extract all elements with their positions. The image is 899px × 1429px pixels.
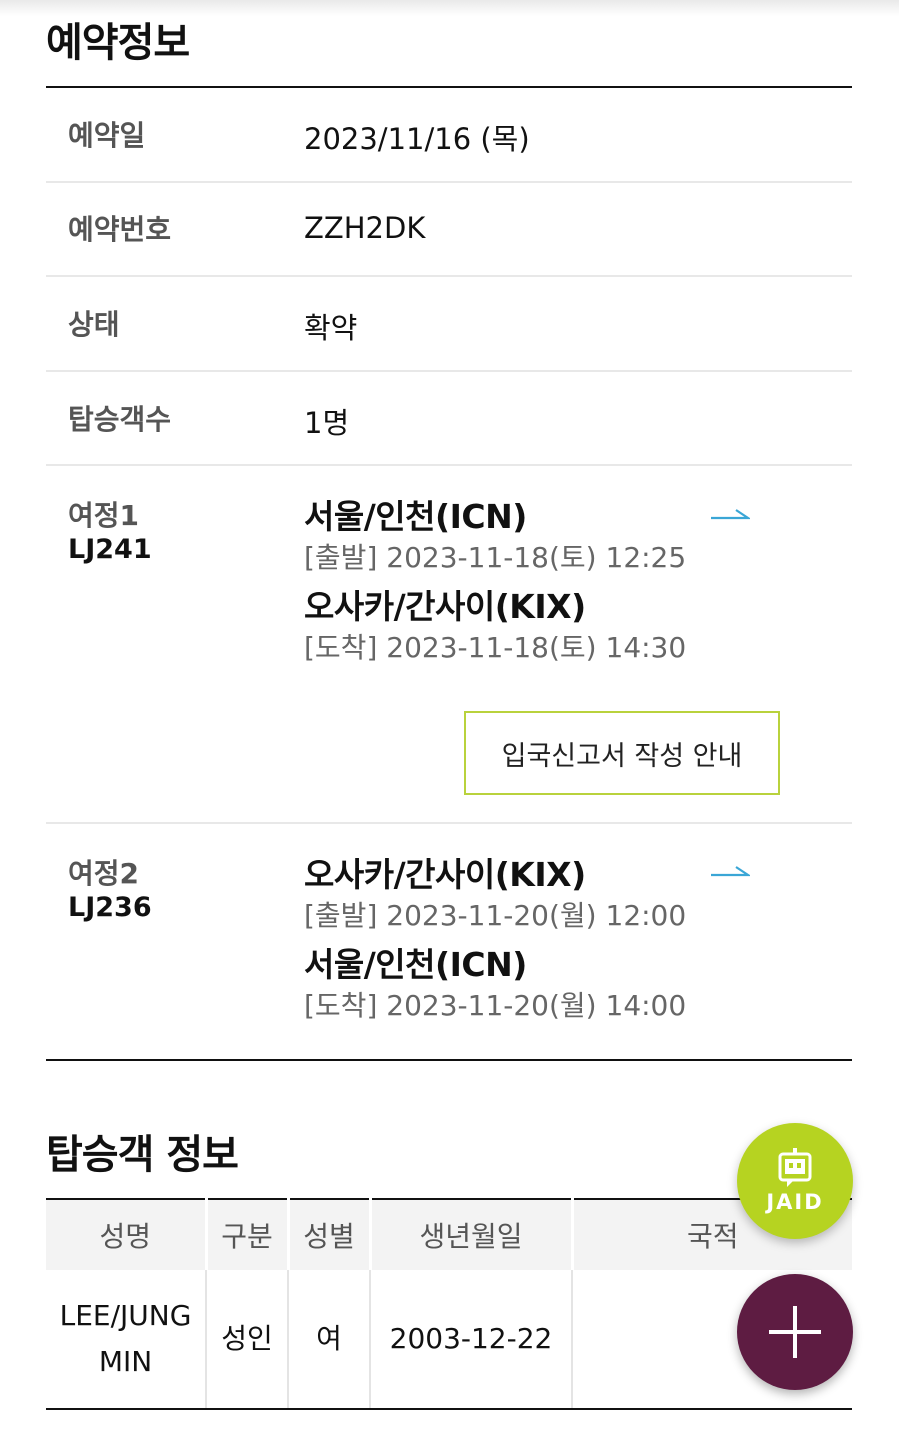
reservation-number-value: ZZH2DK	[304, 211, 426, 245]
passenger-gender-cell: 여	[288, 1270, 371, 1410]
itinerary-2-label: 여정2	[68, 857, 140, 890]
itinerary-2-departure: [출발] 2023-11-20(월) 12:00	[304, 899, 687, 932]
column-header-gender: 성별	[288, 1198, 372, 1270]
jaid-chatbot-button[interactable]: JAID	[737, 1123, 853, 1239]
passenger-type-cell: 성인	[206, 1270, 289, 1410]
plus-menu-button[interactable]	[737, 1274, 853, 1390]
itinerary-1-label: 여정1	[68, 499, 140, 532]
itinerary-1-flight-number: LJ241	[68, 534, 152, 565]
divider	[46, 181, 852, 183]
reservation-date-label: 예약일	[68, 119, 146, 152]
passenger-table-header: 성명 구분 성별 생년월일 국적	[46, 1198, 852, 1270]
reservation-bottom-rule	[46, 1059, 852, 1061]
itinerary-1-origin: 서울/인천(ICN)	[304, 497, 527, 536]
divider	[46, 822, 852, 824]
column-header-name: 성명	[46, 1198, 208, 1270]
reservation-date-value: 2023/11/16 (목)	[304, 122, 530, 156]
itinerary-2-destination: 서울/인천(ICN)	[304, 945, 527, 984]
itinerary-2-flight-number: LJ236	[68, 892, 152, 923]
right-arrow-icon	[711, 866, 750, 877]
chat-bot-icon	[778, 1148, 812, 1187]
column-header-type: 구분	[206, 1198, 290, 1270]
passenger-count-value: 1명	[304, 406, 350, 440]
passenger-name-line-2: MIN	[98, 1345, 153, 1378]
itinerary-1-destination: 오사카/간사이(KIX)	[304, 587, 586, 626]
plus-icon	[769, 1306, 821, 1358]
reservation-number-label: 예약번호	[68, 213, 172, 246]
passenger-info-title: 탑승객 정보	[46, 1132, 239, 1178]
itinerary-2-arrival: [도착] 2023-11-20(월) 14:00	[304, 989, 687, 1022]
column-header-birthdate: 생년월일	[370, 1198, 574, 1270]
status-value: 확약	[304, 311, 358, 345]
itinerary-1-arrival: [도착] 2023-11-18(토) 14:30	[304, 631, 687, 664]
passenger-count-label: 탑승객수	[68, 403, 172, 436]
reservation-top-rule	[46, 86, 852, 88]
divider	[46, 275, 852, 277]
divider	[46, 370, 852, 372]
right-arrow-icon	[711, 509, 750, 520]
itinerary-1-departure: [출발] 2023-11-18(토) 12:25	[304, 541, 687, 574]
status-label: 상태	[68, 308, 120, 341]
divider	[46, 464, 852, 466]
passenger-table: 성명 구분 성별 생년월일 국적 LEE/JUNG MIN 성인 여 2003-…	[46, 1198, 852, 1410]
table-row: LEE/JUNG MIN 성인 여 2003-12-22	[46, 1270, 852, 1410]
passenger-birthdate-cell: 2003-12-22	[370, 1270, 573, 1410]
itinerary-2-origin: 오사카/간사이(KIX)	[304, 855, 586, 894]
jaid-label: JAID	[766, 1190, 824, 1214]
reservation-title: 예약정보	[46, 20, 190, 66]
passenger-name-line-1: LEE/JUNG	[59, 1299, 192, 1332]
entry-card-guide-button[interactable]: 입국신고서 작성 안내	[464, 711, 780, 795]
passenger-name-cell: LEE/JUNG MIN	[46, 1270, 207, 1410]
